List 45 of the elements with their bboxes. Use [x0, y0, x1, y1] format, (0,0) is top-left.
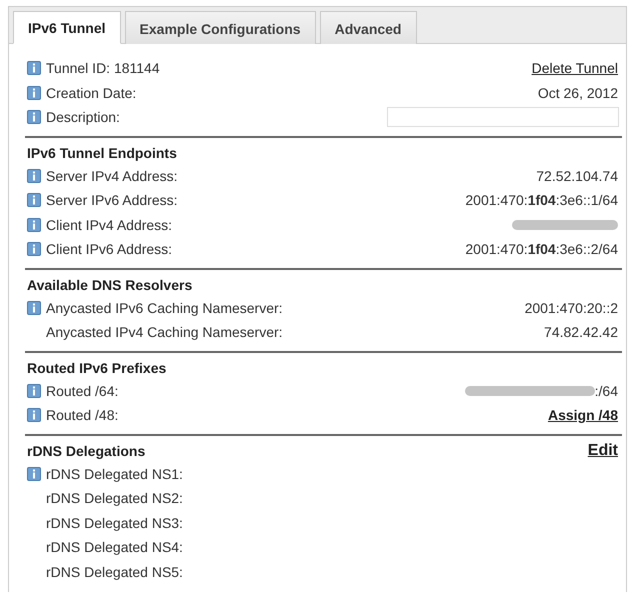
row-label: rDNS Delegated NS5:	[46, 564, 183, 580]
row-value: 72.52.104.74	[536, 168, 618, 184]
row-label: Client IPv4 Address:	[46, 216, 172, 233]
row-value: Oct 26, 2012	[538, 84, 618, 101]
section-title: Available DNS Resolvers	[27, 276, 192, 292]
info-icon[interactable]	[27, 168, 41, 183]
row-value: 74.82.42.42	[544, 324, 618, 340]
row-label: Client IPv6 Address:	[46, 241, 172, 258]
row-label: rDNS Delegated NS3:	[46, 514, 183, 531]
row-label: Routed /48:	[46, 407, 118, 424]
row-label: Creation Date:	[46, 84, 136, 101]
row-value: 2001:470:20::2	[524, 300, 618, 316]
row-label: Anycasted IPv6 Caching Nameserver:	[46, 300, 283, 316]
row-value: :/64	[594, 382, 618, 399]
info-icon[interactable]	[27, 193, 41, 208]
info-icon[interactable]	[27, 384, 41, 398]
row-label: rDNS Delegated NS1:	[46, 466, 183, 482]
info-icon[interactable]	[27, 86, 41, 100]
tab[interactable]: Example Configurations	[124, 11, 316, 44]
section-title: Routed IPv6 Prefixes	[27, 360, 166, 376]
row-label: Anycasted IPv4 Caching Nameserver:	[46, 324, 283, 340]
row-label: rDNS Delegated NS2:	[46, 490, 183, 506]
info-icon[interactable]	[27, 300, 41, 315]
tab[interactable]: Advanced	[320, 11, 416, 44]
delete-tunnel-link[interactable]: Delete Tunnel	[532, 60, 618, 76]
row-label: Server IPv4 Address:	[46, 168, 178, 184]
info-icon[interactable]	[27, 218, 41, 232]
row-label: Server IPv6 Address:	[46, 192, 178, 208]
section-title: IPv6 Tunnel Endpoints	[27, 144, 177, 160]
row-label: rDNS Delegated NS4:	[46, 539, 183, 556]
edit-link[interactable]: Edit	[588, 442, 618, 460]
row-value: 2001:470:1f04:3e6::2/64	[465, 241, 618, 258]
info-icon[interactable]	[27, 408, 41, 422]
row-label: Routed /64:	[46, 382, 118, 399]
description-field[interactable]	[387, 107, 619, 128]
row-label: Tunnel ID: 181144	[46, 60, 160, 76]
assign-link[interactable]: Assign /48	[548, 407, 618, 424]
info-icon[interactable]	[27, 110, 41, 124]
section-title: rDNS Delegations	[27, 442, 146, 458]
tab[interactable]: IPv6 Tunnel	[13, 11, 121, 44]
row-label: Description:	[46, 109, 120, 126]
info-icon[interactable]	[27, 466, 41, 481]
info-icon[interactable]	[27, 61, 41, 76]
row-value: 2001:470:1f04:3e6::1/64	[465, 192, 618, 208]
info-icon[interactable]	[27, 242, 41, 256]
